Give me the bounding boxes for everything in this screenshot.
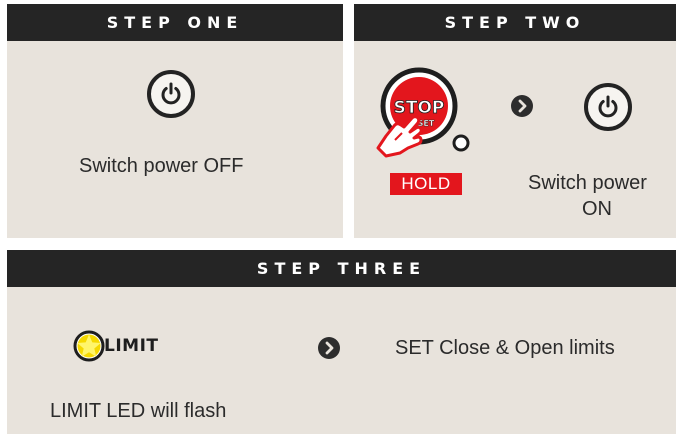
stop-text: STOP [394, 98, 445, 118]
step-three-panel: STEP THREE LIMIT SET Close & Open limits… [7, 250, 676, 434]
limit-led-icon [73, 330, 105, 362]
step-two-instruction-line1: Switch power [528, 172, 647, 194]
step-two-instruction-line2: ON [582, 198, 612, 220]
power-icon [584, 83, 632, 131]
step-one-title: STEP ONE [7, 4, 343, 41]
stop-set-button-icon: STOP SET [376, 67, 470, 158]
hold-badge: HOLD [390, 173, 462, 195]
step-two-title: STEP TWO [354, 4, 676, 41]
power-icon [147, 70, 195, 118]
limit-label: LIMIT [104, 336, 159, 356]
step-three-instruction: SET Close & Open limits [395, 337, 615, 359]
limit-led-note: LIMIT LED will flash [50, 400, 227, 422]
chevron-right-icon [511, 95, 533, 117]
step-two-panel: STEP TWO STOP SET HOLD Switch power ON [354, 4, 676, 238]
step-one-instruction: Switch power OFF [79, 155, 244, 177]
chevron-right-icon [318, 337, 340, 359]
step-three-title: STEP THREE [7, 250, 676, 287]
step-one-panel: STEP ONE Switch power OFF [7, 4, 343, 238]
